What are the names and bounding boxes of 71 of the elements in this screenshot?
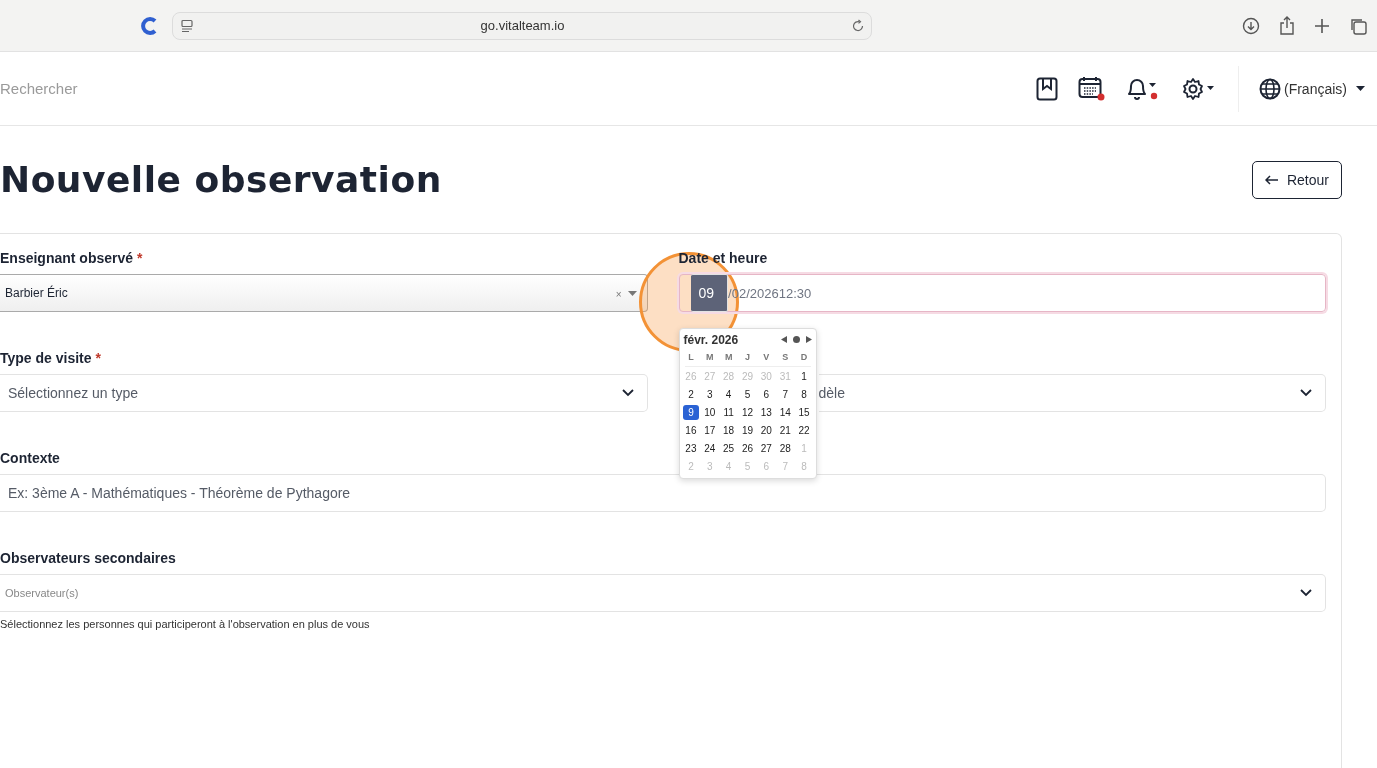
calendar-day[interactable]: 17 — [701, 422, 719, 438]
reload-icon[interactable] — [851, 18, 865, 33]
weekday-label: D — [799, 352, 809, 362]
page-menu-icon[interactable] — [180, 18, 194, 33]
weekday-label: V — [762, 352, 771, 362]
calendar-day[interactable]: 24 — [701, 440, 719, 456]
today-dot-icon[interactable] — [792, 336, 800, 343]
calendar-day[interactable]: 2 — [682, 386, 700, 402]
field-label: Date et heure — [678, 250, 769, 266]
next-month-icon[interactable] — [805, 336, 812, 343]
weekday-label: M — [705, 352, 715, 362]
weekday-label: M — [723, 352, 734, 362]
calendar-day[interactable]: 1 — [795, 368, 813, 384]
field-label: Observateurs secondaires — [0, 550, 177, 566]
calendar-day[interactable]: 28 — [776, 440, 794, 456]
field-label: Enseignant observé * — [0, 250, 144, 266]
calendar-day[interactable]: 16 — [682, 422, 700, 438]
back-button[interactable]: Retour — [1251, 160, 1342, 199]
calendar-day[interactable]: 7 — [776, 386, 794, 402]
weekday-label: J — [744, 352, 751, 362]
page-title: Nouvelle observation — [0, 159, 442, 200]
calendar-day[interactable]: 22 — [795, 422, 813, 438]
calendar-day[interactable]: 9 — [682, 404, 700, 420]
calendar-day[interactable]: 6 — [757, 386, 775, 402]
new-tab-icon[interactable] — [1314, 17, 1330, 34]
bookmark-book-icon[interactable] — [1036, 76, 1058, 101]
calendar-day[interactable]: 20 — [757, 422, 775, 438]
clear-icon[interactable]: × — [615, 289, 622, 300]
chevron-down-icon — [1300, 589, 1312, 597]
previous-month-icon[interactable] — [780, 336, 787, 343]
calendar-day[interactable]: 19 — [739, 422, 756, 438]
arrow-left-icon — [1264, 174, 1279, 185]
calendar-icon[interactable] — [1078, 75, 1106, 102]
calendar-day[interactable]: 27 — [757, 440, 775, 456]
visit-type-select[interactable]: Sélectionnez un type — [0, 374, 648, 412]
address-bar[interactable]: go.vitalteam.io — [172, 11, 872, 40]
caret-icon — [627, 290, 637, 296]
calendar-day[interactable]: 4 — [720, 386, 738, 402]
calendar-day[interactable]: 21 — [776, 422, 794, 438]
weekday-label: L — [687, 352, 695, 362]
share-icon[interactable] — [1279, 15, 1295, 36]
context-input[interactable]: Ex: 3ème A - Mathématiques - Théorème de Pythagore — [0, 474, 1326, 512]
calendar-day[interactable]: 23 — [682, 440, 700, 456]
site-logo-icon — [141, 16, 157, 35]
chevron-down-icon — [1300, 389, 1312, 397]
field-label: Type de visite * — [0, 350, 102, 366]
calendar-day[interactable]: 13 — [757, 404, 775, 420]
weekday-label: S — [781, 352, 790, 362]
calendar-day[interactable]: 10 — [701, 404, 719, 420]
calendar-day[interactable]: 15 — [795, 404, 813, 420]
month-title: févr. 2026 — [683, 332, 739, 347]
globe-icon — [1259, 77, 1281, 100]
observers-select[interactable]: Observateur(s) — [0, 574, 1326, 612]
calendar-day[interactable]: 14 — [776, 404, 794, 420]
teacher-select[interactable]: Barbier Éric × — [0, 274, 648, 312]
caret-icon — [1356, 86, 1365, 91]
download-icon[interactable] — [1242, 16, 1260, 35]
chevron-down-icon — [621, 389, 634, 397]
model-select[interactable]: dèle — [818, 374, 1326, 412]
calendar-day[interactable]: 26 — [739, 440, 756, 456]
help-text: Sélectionnez les personnes qui participeront à l'observation en plus de vous — [0, 618, 371, 630]
url-text: go.vitalteam.io — [479, 18, 566, 33]
calendar-day[interactable]: 18 — [720, 422, 738, 438]
calendar-day[interactable]: 5 — [739, 386, 756, 402]
language-selector[interactable]: (Français) — [1259, 77, 1365, 100]
calendar-day[interactable]: 25 — [720, 440, 738, 456]
calendar-day[interactable]: 12 — [739, 404, 756, 420]
calendar-day[interactable]: 11 — [720, 404, 738, 420]
calendar-day[interactable]: 8 — [795, 386, 813, 402]
tabs-overview-icon[interactable] — [1349, 16, 1367, 35]
calendar-day[interactable]: 3 — [701, 386, 719, 402]
